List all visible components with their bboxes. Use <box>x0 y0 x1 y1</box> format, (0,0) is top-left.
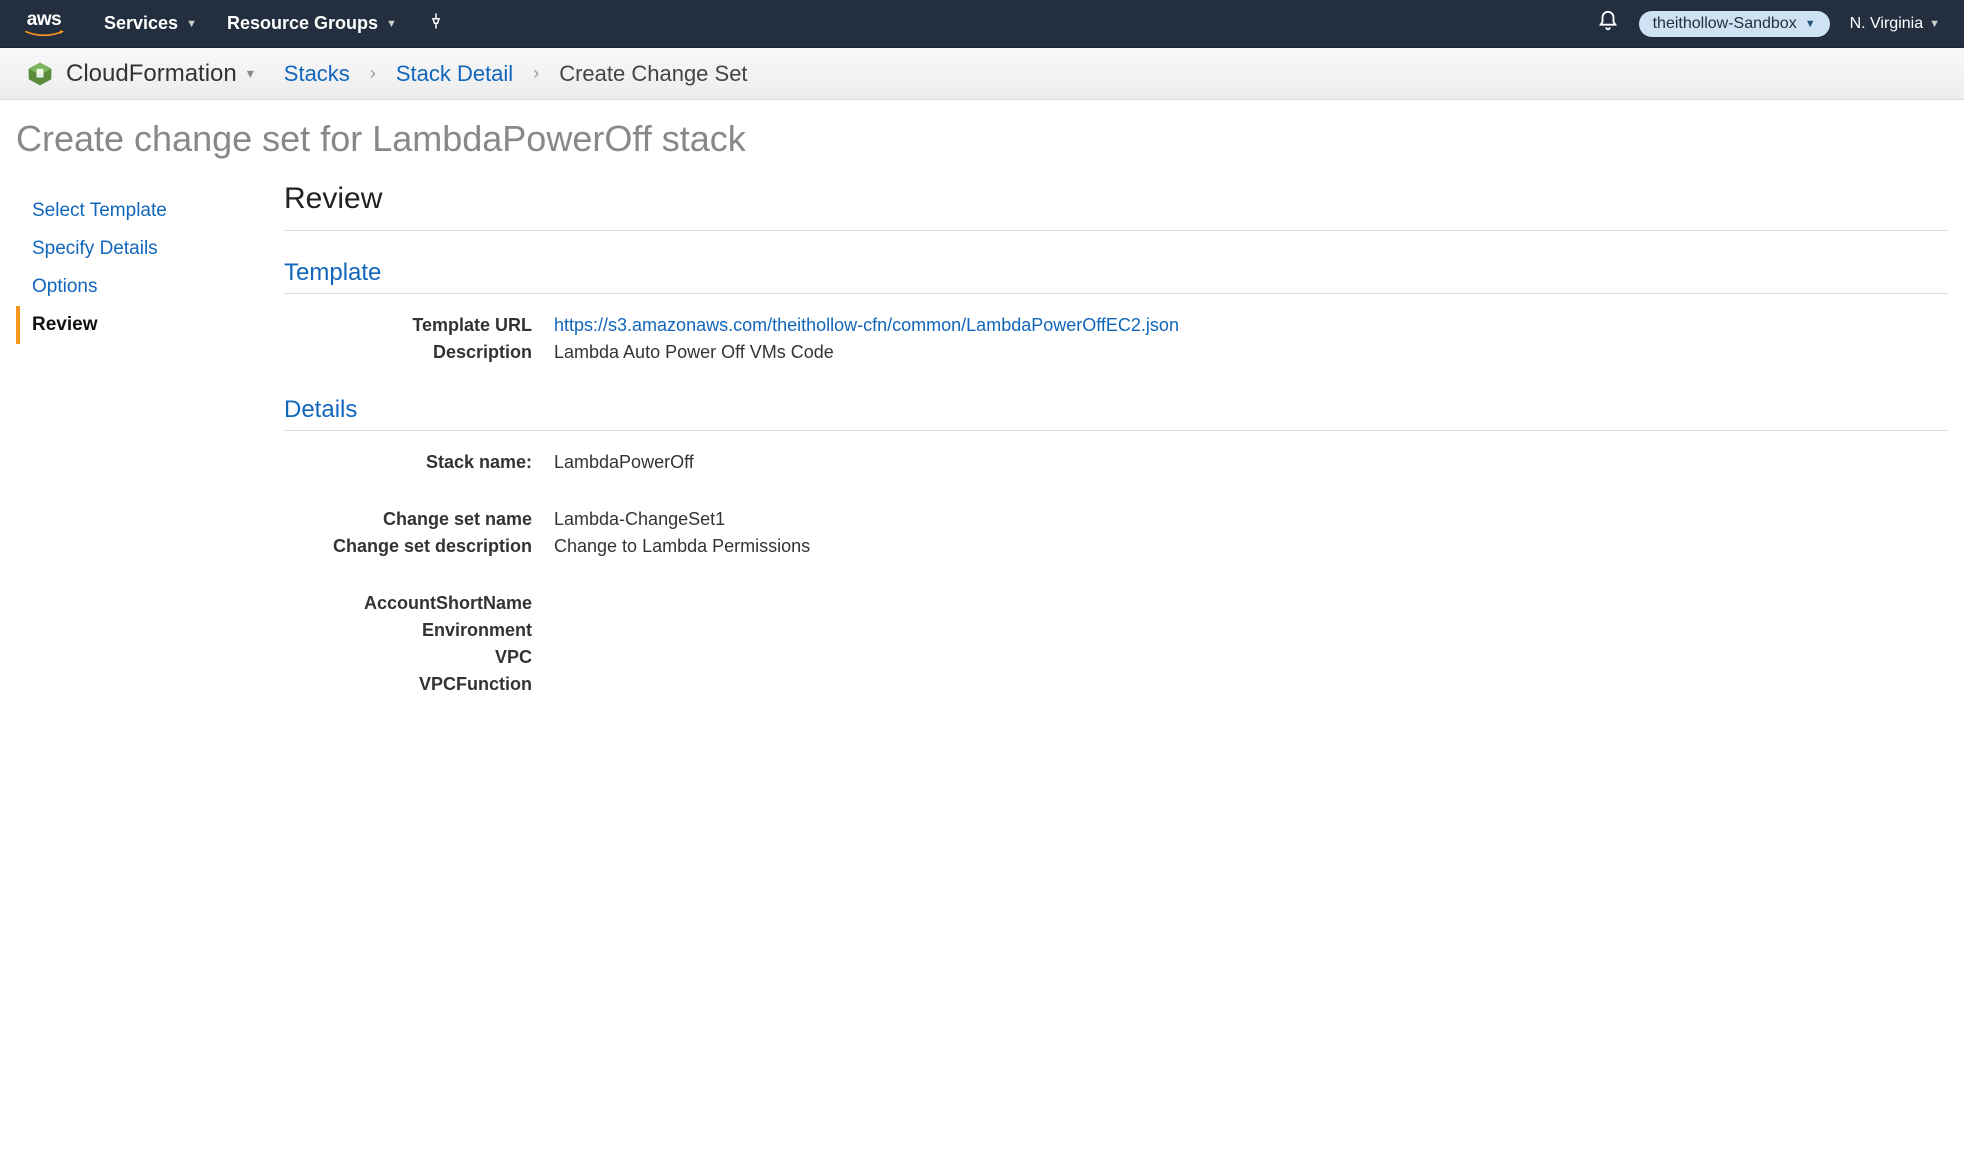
crumb-current: Create Change Set <box>559 61 747 87</box>
template-description-row: Description Lambda Auto Power Off VMs Co… <box>284 339 1948 366</box>
parameter-label: VPCFunction <box>284 674 554 695</box>
notifications-icon[interactable] <box>1597 10 1619 38</box>
parameter-row: VPCFunction <box>284 671 1948 698</box>
change-set-name-row: Change set name Lambda-ChangeSet1 <box>284 506 1948 533</box>
region-label: N. Virginia <box>1850 15 1924 33</box>
crumb-stack-detail[interactable]: Stack Detail <box>396 61 513 87</box>
template-description-label: Description <box>284 342 554 363</box>
change-set-name-label: Change set name <box>284 509 554 530</box>
caret-down-icon: ▼ <box>1929 18 1940 30</box>
aws-logo[interactable]: aws <box>24 10 64 38</box>
wizard-step[interactable]: Specify Details <box>16 230 266 268</box>
parameter-label: Environment <box>284 620 554 641</box>
details-section-heading: Details <box>284 396 1948 431</box>
top-nav: aws Services ▼ Resource Groups ▼ theitho… <box>0 0 1964 48</box>
services-label: Services <box>104 13 178 34</box>
chevron-right-icon: › <box>533 63 539 84</box>
wizard-step[interactable]: Review <box>16 306 266 344</box>
change-set-name-value: Lambda-ChangeSet1 <box>554 509 725 530</box>
caret-down-icon[interactable]: ▾ <box>247 65 254 82</box>
wizard-steps: Select TemplateSpecify DetailsOptionsRev… <box>16 182 266 728</box>
caret-down-icon: ▼ <box>186 18 197 30</box>
parameter-row: Environment <box>284 617 1948 644</box>
region-menu[interactable]: N. Virginia ▼ <box>1850 15 1940 33</box>
review-heading: Review <box>284 182 1948 231</box>
template-section-heading: Template <box>284 259 1948 294</box>
services-menu[interactable]: Services ▼ <box>104 13 197 34</box>
service-name[interactable]: CloudFormation <box>66 60 237 88</box>
caret-down-icon: ▼ <box>386 18 397 30</box>
resource-groups-menu[interactable]: Resource Groups ▼ <box>227 13 397 34</box>
aws-swoosh-icon <box>24 30 64 38</box>
parameter-row: VPC <box>284 644 1948 671</box>
change-set-description-label: Change set description <box>284 536 554 557</box>
cloudformation-service-icon <box>26 60 54 88</box>
template-url-row: Template URL https://s3.amazonaws.com/th… <box>284 312 1948 339</box>
account-menu[interactable]: theithollow-Sandbox ▼ <box>1639 11 1830 37</box>
stack-name-value: LambdaPowerOff <box>554 452 694 473</box>
change-set-description-row: Change set description Change to Lambda … <box>284 533 1948 560</box>
resource-groups-label: Resource Groups <box>227 13 378 34</box>
breadcrumb: CloudFormation ▾ Stacks › Stack Detail ›… <box>0 48 1964 100</box>
account-name: theithollow-Sandbox <box>1653 15 1797 33</box>
parameter-label: AccountShortName <box>284 593 554 614</box>
wizard-step[interactable]: Options <box>16 268 266 306</box>
stack-name-row: Stack name: LambdaPowerOff <box>284 449 1948 476</box>
change-set-description-value: Change to Lambda Permissions <box>554 536 810 557</box>
template-description-value: Lambda Auto Power Off VMs Code <box>554 342 834 363</box>
page-title: Create change set for LambdaPowerOff sta… <box>16 118 1948 160</box>
caret-down-icon: ▼ <box>1805 18 1816 30</box>
template-url-value[interactable]: https://s3.amazonaws.com/theithollow-cfn… <box>554 315 1179 336</box>
stack-name-label: Stack name: <box>284 452 554 473</box>
wizard-step[interactable]: Select Template <box>16 192 266 230</box>
parameter-label: VPC <box>284 647 554 668</box>
review-content: Review Template Template URL https://s3.… <box>266 182 1948 728</box>
crumb-stacks[interactable]: Stacks <box>284 61 350 87</box>
pin-icon[interactable] <box>427 12 445 35</box>
template-url-label: Template URL <box>284 315 554 336</box>
parameter-row: AccountShortName <box>284 590 1948 617</box>
chevron-right-icon: › <box>370 63 376 84</box>
